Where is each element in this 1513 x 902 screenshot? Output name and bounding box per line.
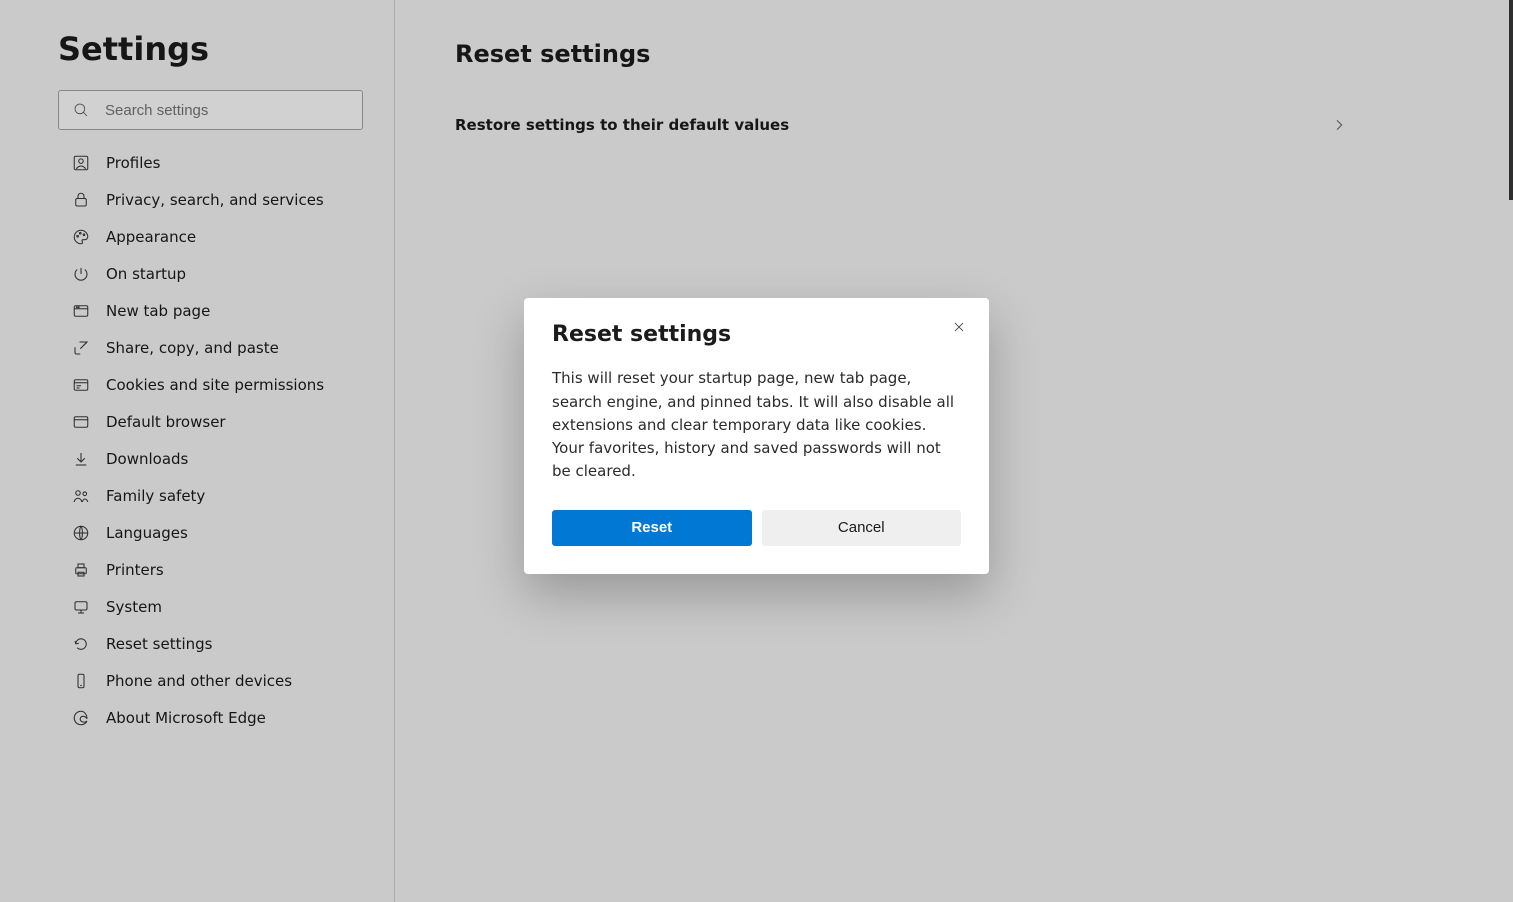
modal-overlay: Reset settings This will reset your star… <box>0 0 1513 902</box>
reset-settings-dialog: Reset settings This will reset your star… <box>524 298 989 573</box>
dialog-actions: Reset Cancel <box>552 510 961 546</box>
dialog-body: This will reset your startup page, new t… <box>552 367 961 483</box>
dialog-title: Reset settings <box>552 322 961 347</box>
reset-button[interactable]: Reset <box>552 510 752 546</box>
cancel-button[interactable]: Cancel <box>762 510 962 546</box>
close-icon <box>952 320 966 337</box>
dialog-close-button[interactable] <box>945 314 973 342</box>
